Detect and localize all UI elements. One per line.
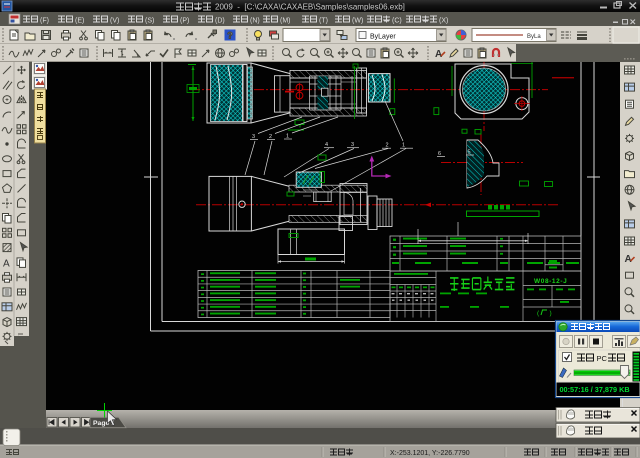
svg-text:4: 4 — [325, 142, 328, 148]
svg-text:5: 5 — [468, 150, 471, 156]
svg-text:(C): (C) — [392, 17, 402, 24]
svg-text:): ) — [550, 310, 552, 317]
svg-text:3: 3 — [252, 134, 255, 140]
svg-text:(V): (V) — [110, 17, 119, 24]
svg-text:ByLa: ByLa — [527, 34, 541, 40]
svg-text:(W): (W) — [352, 17, 363, 24]
svg-text:2: 2 — [269, 134, 272, 140]
svg-text:(T): (T) — [319, 17, 328, 24]
svg-text:(F): (F) — [40, 17, 49, 24]
svg-text:1: 1 — [402, 143, 405, 149]
svg-text:A: A — [3, 258, 10, 269]
svg-text:3: 3 — [351, 142, 354, 148]
svg-text:(D): (D) — [215, 17, 225, 24]
svg-text:?: ? — [227, 31, 233, 41]
svg-text:A: A — [435, 49, 442, 60]
svg-text:ByLayer: ByLayer — [370, 34, 396, 41]
svg-text:A: A — [625, 254, 632, 265]
svg-text:(N): (N) — [250, 17, 260, 24]
svg-text:6: 6 — [438, 151, 441, 157]
svg-text:2009 - [C:\CAXA\CAXAEB\Sampl: 2009 - [C:\CAXA\CAXAEB\Samples\samples06… — [215, 3, 405, 12]
svg-text:(X): (X) — [439, 17, 448, 24]
svg-text:(M): (M) — [280, 17, 291, 24]
svg-text:PC: PC — [597, 354, 608, 363]
svg-text:W08-12-J: W08-12-J — [534, 278, 567, 285]
svg-text:2: 2 — [386, 143, 389, 149]
svg-text:00:57:16 / 37,879 KB: 00:57:16 / 37,879 KB — [560, 385, 630, 394]
svg-text:(E): (E) — [75, 17, 84, 24]
svg-text:X:-253.1201, Y:-226.7790: X:-253.1201, Y:-226.7790 — [390, 450, 470, 457]
svg-text:(S): (S) — [145, 17, 154, 24]
svg-text:(P): (P) — [180, 17, 189, 24]
svg-text:1: 1 — [286, 134, 289, 140]
